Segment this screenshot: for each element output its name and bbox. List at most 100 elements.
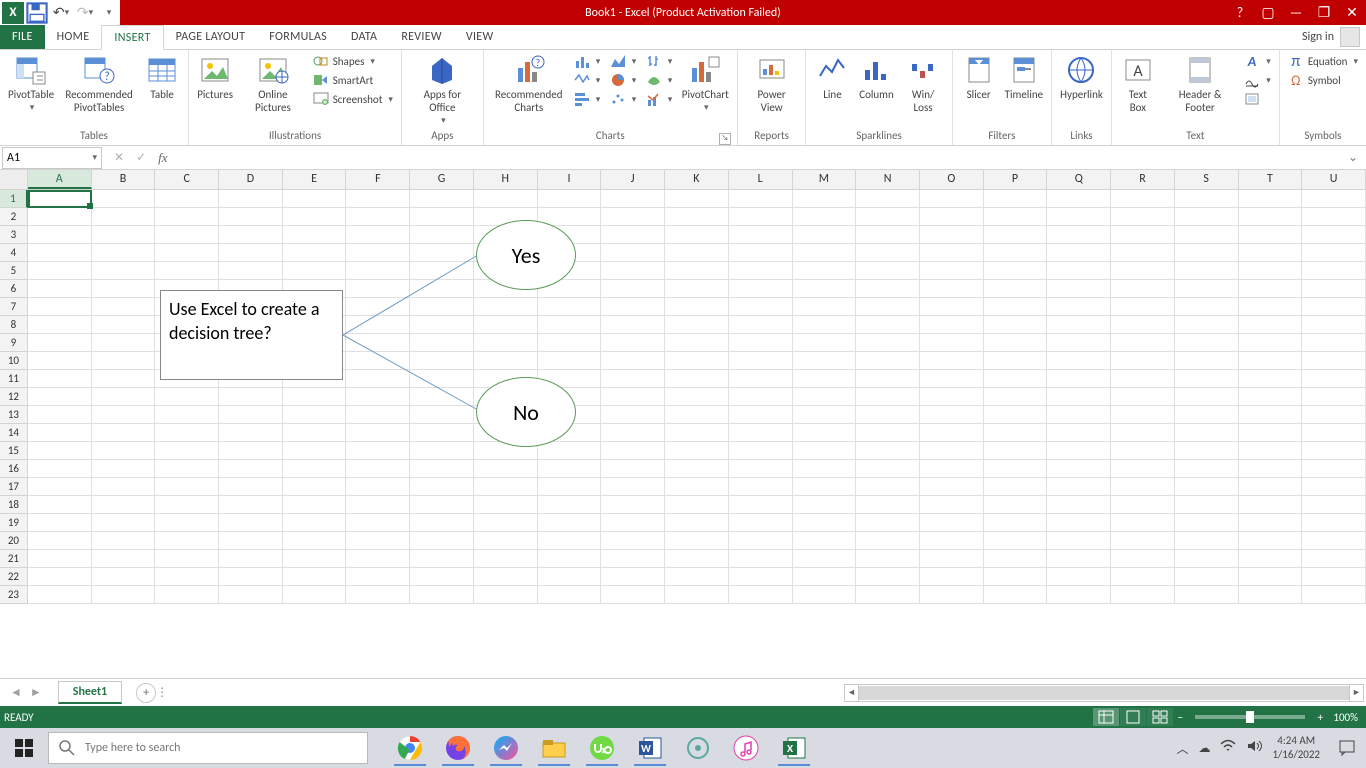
cell[interactable] xyxy=(1047,370,1111,388)
cell[interactable] xyxy=(793,442,857,460)
cell[interactable] xyxy=(601,460,665,478)
cell[interactable] xyxy=(920,334,984,352)
cell[interactable] xyxy=(155,550,219,568)
power-view-button[interactable]: Power View xyxy=(744,52,800,114)
cell[interactable] xyxy=(474,514,538,532)
zoom-percent[interactable]: 100% xyxy=(1333,711,1358,724)
cell[interactable] xyxy=(92,316,156,334)
row-header[interactable]: 17 xyxy=(0,478,28,496)
cell[interactable] xyxy=(984,262,1048,280)
cell[interactable] xyxy=(283,460,347,478)
cell[interactable] xyxy=(1111,442,1175,460)
cell[interactable] xyxy=(984,406,1048,424)
tray-chevron-icon[interactable]: ︿ xyxy=(1176,740,1188,757)
cell[interactable] xyxy=(665,442,729,460)
help-button[interactable]: ? xyxy=(1226,0,1254,25)
cell[interactable] xyxy=(1111,514,1175,532)
column-header[interactable]: M xyxy=(793,170,857,189)
cell[interactable] xyxy=(856,442,920,460)
cell[interactable] xyxy=(984,298,1048,316)
cell[interactable] xyxy=(984,532,1048,550)
tab-insert[interactable]: INSERT xyxy=(101,25,163,50)
cell[interactable] xyxy=(601,406,665,424)
cell[interactable] xyxy=(1047,496,1111,514)
cell[interactable] xyxy=(538,550,602,568)
cell[interactable] xyxy=(1239,280,1303,298)
cell[interactable] xyxy=(601,334,665,352)
cell[interactable] xyxy=(538,352,602,370)
cell[interactable] xyxy=(155,226,219,244)
sparkline-column-button[interactable]: Column xyxy=(856,52,896,101)
chart-combo[interactable]: ▾ xyxy=(644,90,676,108)
cell[interactable] xyxy=(1239,208,1303,226)
cell[interactable] xyxy=(601,262,665,280)
cell[interactable] xyxy=(283,586,347,604)
cell[interactable] xyxy=(729,496,793,514)
cell[interactable] xyxy=(92,550,156,568)
cell[interactable] xyxy=(28,370,92,388)
cell[interactable] xyxy=(538,514,602,532)
cell[interactable] xyxy=(1302,478,1366,496)
cell[interactable] xyxy=(793,316,857,334)
cell[interactable] xyxy=(346,298,410,316)
cell[interactable] xyxy=(1302,550,1366,568)
cell[interactable] xyxy=(1302,208,1366,226)
cell[interactable] xyxy=(729,280,793,298)
cell[interactable] xyxy=(601,442,665,460)
cell[interactable] xyxy=(538,478,602,496)
cell[interactable] xyxy=(474,532,538,550)
cell[interactable] xyxy=(1239,388,1303,406)
screenshot-button[interactable]: Screenshot▾ xyxy=(311,90,395,108)
taskbar-app-itunes[interactable] xyxy=(724,728,768,768)
cell[interactable] xyxy=(1239,406,1303,424)
cell[interactable] xyxy=(410,532,474,550)
cell[interactable] xyxy=(283,550,347,568)
cell[interactable] xyxy=(346,406,410,424)
cell[interactable] xyxy=(1302,298,1366,316)
cell[interactable] xyxy=(856,226,920,244)
cell[interactable] xyxy=(92,334,156,352)
cell[interactable] xyxy=(538,496,602,514)
cell[interactable] xyxy=(1302,352,1366,370)
cell[interactable] xyxy=(984,550,1048,568)
enter-icon[interactable]: ✓ xyxy=(136,150,146,165)
chart-area[interactable]: ▾ xyxy=(608,52,640,70)
cell[interactable] xyxy=(1175,496,1239,514)
cell[interactable] xyxy=(28,208,92,226)
column-header[interactable]: H xyxy=(474,170,538,189)
cell[interactable] xyxy=(856,532,920,550)
tab-review[interactable]: REVIEW xyxy=(389,25,454,49)
cell[interactable] xyxy=(856,316,920,334)
qat-customize[interactable]: ▾ xyxy=(98,2,120,24)
cell[interactable] xyxy=(92,424,156,442)
cell[interactable] xyxy=(346,424,410,442)
cell[interactable] xyxy=(984,244,1048,262)
cell[interactable] xyxy=(283,208,347,226)
cell[interactable] xyxy=(856,370,920,388)
cell[interactable] xyxy=(1239,514,1303,532)
cell[interactable] xyxy=(665,388,729,406)
cell[interactable] xyxy=(1111,334,1175,352)
cell[interactable] xyxy=(92,478,156,496)
cell[interactable] xyxy=(283,532,347,550)
column-header[interactable]: K xyxy=(665,170,729,189)
cell[interactable] xyxy=(1175,262,1239,280)
cell[interactable] xyxy=(28,190,92,208)
cell[interactable] xyxy=(1047,388,1111,406)
cell[interactable] xyxy=(1111,550,1175,568)
cell[interactable] xyxy=(92,460,156,478)
cell[interactable] xyxy=(474,352,538,370)
row-header[interactable]: 9 xyxy=(0,334,28,352)
cell[interactable] xyxy=(665,514,729,532)
cell[interactable] xyxy=(601,190,665,208)
textbox-button[interactable]: AText Box xyxy=(1118,52,1158,114)
cell[interactable] xyxy=(1302,406,1366,424)
cell[interactable] xyxy=(1111,316,1175,334)
apps-for-office-button[interactable]: Apps for Office▾ xyxy=(408,52,477,127)
cell[interactable] xyxy=(155,262,219,280)
cell[interactable] xyxy=(984,478,1048,496)
cell[interactable] xyxy=(538,568,602,586)
row-header[interactable]: 4 xyxy=(0,244,28,262)
cell[interactable] xyxy=(729,190,793,208)
cell[interactable] xyxy=(1047,316,1111,334)
